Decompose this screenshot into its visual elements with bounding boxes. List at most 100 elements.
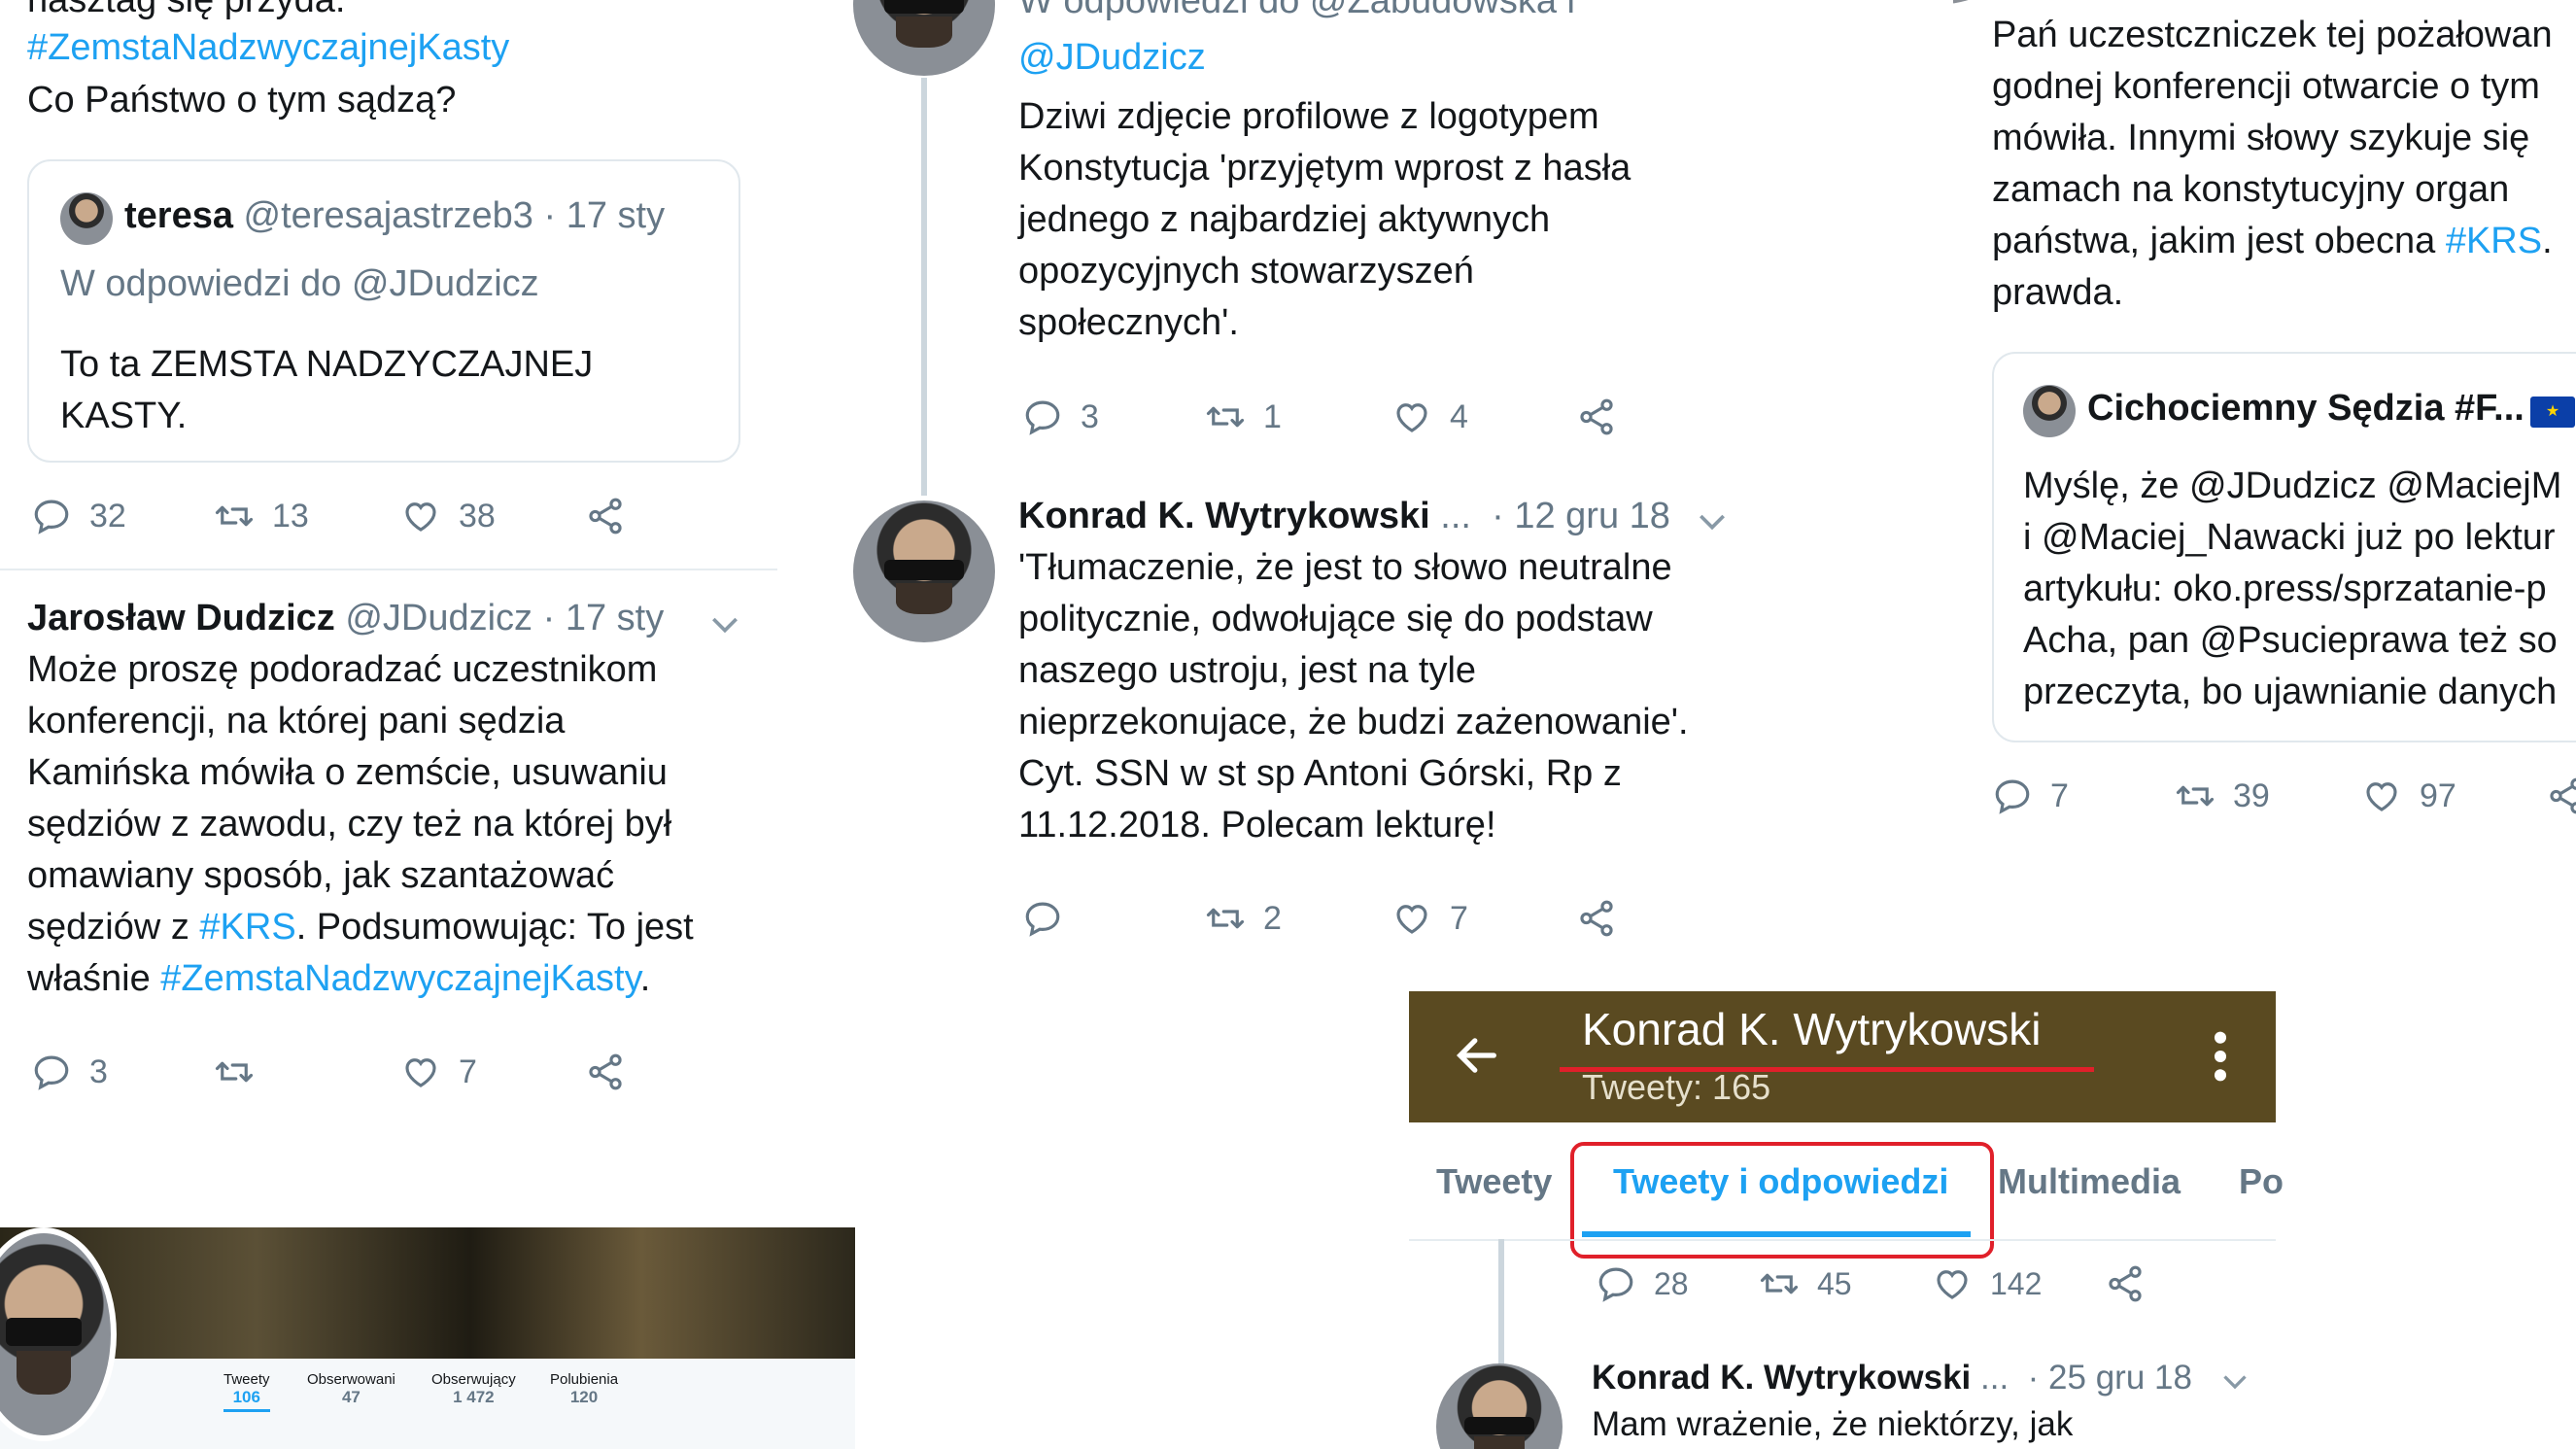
banner-image <box>0 1227 855 1359</box>
tweet-text: opozycyjnych stowarzyszeń <box>1018 251 1474 292</box>
tweet-text: mówiła. Innymi słowy szykuje się <box>1992 118 2530 158</box>
reply-button[interactable]: 3 <box>1022 397 1099 437</box>
like-button[interactable]: 4 <box>1391 397 1468 437</box>
share-button[interactable] <box>1576 898 1617 939</box>
tweet-text: konferencji, na której pani sędzia <box>27 701 566 742</box>
tweet-header: Konrad K. Wytrykowski ... · 12 gru 18 <box>1018 496 1670 536</box>
tweet-text: Może proszę podoradzać uczestnikom <box>27 649 658 690</box>
share-button[interactable] <box>1576 397 1617 437</box>
share-button[interactable] <box>585 496 626 536</box>
reply-button[interactable]: 7 <box>1992 776 2069 816</box>
tweet-text: właśnie #ZemstaNadzwyczajnejKasty. <box>27 958 651 999</box>
tab-tweets[interactable]: Tweety <box>1436 1161 1552 1202</box>
reply-icon <box>1596 1263 1636 1304</box>
hashtag-link[interactable]: #KRS <box>2446 221 2542 261</box>
retweet-icon <box>214 496 255 536</box>
avatar[interactable] <box>853 0 995 76</box>
retweet-button[interactable]: 13 <box>214 496 309 536</box>
avatar[interactable] <box>1953 0 2002 4</box>
quoted-text: i @Maciej_Nawacki już po lektur <box>2023 517 2556 558</box>
middle-column: W odpowiedzi do @Zabudowska i @JDudzicz … <box>845 0 1749 982</box>
heart-icon <box>1932 1263 1973 1304</box>
retweet-button[interactable]: 39 <box>2175 776 2270 816</box>
tweet-text: 'Tłumaczenie, że jest to słowo neutralne <box>1018 547 1672 588</box>
stat-likes[interactable]: Polubienia 120 <box>550 1371 618 1407</box>
more-options-icon[interactable] <box>2206 1028 2235 1085</box>
quoted-text: Acha, pan @Psucieprawa też so <box>2023 620 2558 661</box>
hashtag-link[interactable]: #KRS <box>199 907 295 948</box>
reply-button[interactable]: 3 <box>31 1052 108 1092</box>
eu-flag-icon: ★ <box>2530 397 2575 428</box>
hashtag-link[interactable]: #ZemstaNadzwyczajnejKasty <box>160 958 639 999</box>
heart-icon <box>1391 397 1432 437</box>
tweet-text: sędziów z #KRS. Podsumowując: To jest <box>27 907 694 948</box>
tweet-header: Konrad K. Wytrykowski ... · 25 gru 18 <box>1592 1359 2192 1397</box>
like-button[interactable]: 7 <box>400 1052 477 1092</box>
author-name[interactable]: Konrad K. Wytrykowski <box>1018 496 1430 536</box>
like-button[interactable]: 38 <box>400 496 496 536</box>
tweet-header: Jarosław Dudzicz @JDudzicz · 17 sty <box>27 598 665 638</box>
retweet-icon <box>214 1052 255 1092</box>
reply-button[interactable] <box>1022 898 1081 939</box>
profile-banner: Tweety 106 Obserwowani 47 Obserwujący 1 472… <box>0 1227 855 1449</box>
tweet-text: państwa, jakim jest obecna #KRS. <box>1992 221 2553 261</box>
like-button[interactable]: 97 <box>2361 776 2456 816</box>
stat-following[interactable]: Obserwowani 47 <box>307 1371 395 1407</box>
retweet-icon <box>1205 898 1246 939</box>
tweet-date: 17 sty <box>565 598 665 638</box>
share-button[interactable] <box>585 1052 626 1092</box>
divider <box>1409 1239 2276 1241</box>
reply-button[interactable]: 28 <box>1596 1263 1689 1304</box>
tweet-text: społecznych'. <box>1018 302 1239 343</box>
retweet-icon <box>1205 397 1246 437</box>
tweet-text: Dziwi zdjęcie profilowe z logotypem <box>1018 96 1599 137</box>
reply-icon <box>1022 397 1063 437</box>
tweet-text: omawiany sposób, jak szantażować <box>27 855 615 896</box>
quoted-author-name: Cichociemny Sędzia #F... <box>2087 388 2524 429</box>
quoted-text: artykułu: oko.press/sprzatanie-p <box>2023 569 2547 609</box>
author-name[interactable]: Konrad K. Wytrykowski <box>1592 1359 1971 1397</box>
retweet-button[interactable]: 45 <box>1759 1263 1852 1304</box>
tab-likes[interactable]: Po <box>2239 1161 2284 1202</box>
reply-button[interactable]: 32 <box>31 496 126 536</box>
like-button[interactable]: 142 <box>1932 1263 2042 1304</box>
retweet-button[interactable]: 1 <box>1205 397 1282 437</box>
avatar <box>2023 385 2076 437</box>
tweet-text: nieprzekonujace, że budzi zażenowanie'. <box>1018 702 1689 742</box>
like-button[interactable]: 7 <box>1391 898 1468 939</box>
quoted-tweet[interactable]: teresa @teresajastrzeb3 · 17 sty W odpow… <box>27 159 740 463</box>
quoted-tweet[interactable]: Cichociemny Sędzia #F... ★ Myślę, że @JD… <box>1992 352 2576 742</box>
mention-link[interactable]: @JDudzicz <box>1018 32 1206 84</box>
divider <box>0 569 777 570</box>
tweet-text: godnej konferencji otwarcie o tym <box>1992 66 2540 107</box>
thread-line <box>1498 1239 1504 1367</box>
author-name[interactable]: Jarosław Dudzicz <box>27 598 335 638</box>
stat-tweets[interactable]: Tweety 106 <box>223 1371 270 1412</box>
chevron-down-icon[interactable] <box>1693 501 1732 540</box>
avatar[interactable] <box>853 500 995 642</box>
profile-name: Konrad K. Wytrykowski <box>1582 1004 2042 1054</box>
reply-icon <box>31 1052 72 1092</box>
retweet-button[interactable] <box>214 1052 272 1092</box>
share-button[interactable] <box>2546 776 2576 816</box>
author-handle: @JDudzicz <box>345 598 533 638</box>
thread-line <box>921 78 927 496</box>
reply-icon <box>31 496 72 536</box>
share-button[interactable] <box>2105 1263 2146 1304</box>
left-column: hasztag się przyda. #ZemstaNadzwyczajnej… <box>0 0 777 1225</box>
tab-media[interactable]: Multimedia <box>1998 1161 2181 1202</box>
profile-tabs: Tweety Tweety i odpowiedzi Multimedia Po <box>1409 1122 2284 1259</box>
hashtag-link[interactable]: #ZemstaNadzwyczajnejKasty <box>27 22 509 74</box>
retweet-button[interactable]: 2 <box>1205 898 1282 939</box>
reply-icon <box>1022 898 1063 939</box>
tweet-text: Konstytucja 'przyjętym wprost z hasła <box>1018 148 1631 189</box>
avatar[interactable] <box>1436 1363 1563 1449</box>
tweet-date: 12 gru 18 <box>1514 496 1670 536</box>
retweet-icon <box>1759 1263 1800 1304</box>
back-arrow-icon[interactable] <box>1452 1030 1502 1081</box>
chevron-down-icon[interactable] <box>705 604 744 643</box>
stat-followers[interactable]: Obserwujący 1 472 <box>431 1371 516 1407</box>
tweet-text: Co Państwo o tym sądzą? <box>27 80 457 121</box>
tweet-text: jednego z najbardziej aktywnych <box>1018 199 1551 240</box>
chevron-down-icon[interactable] <box>2217 1363 2252 1398</box>
